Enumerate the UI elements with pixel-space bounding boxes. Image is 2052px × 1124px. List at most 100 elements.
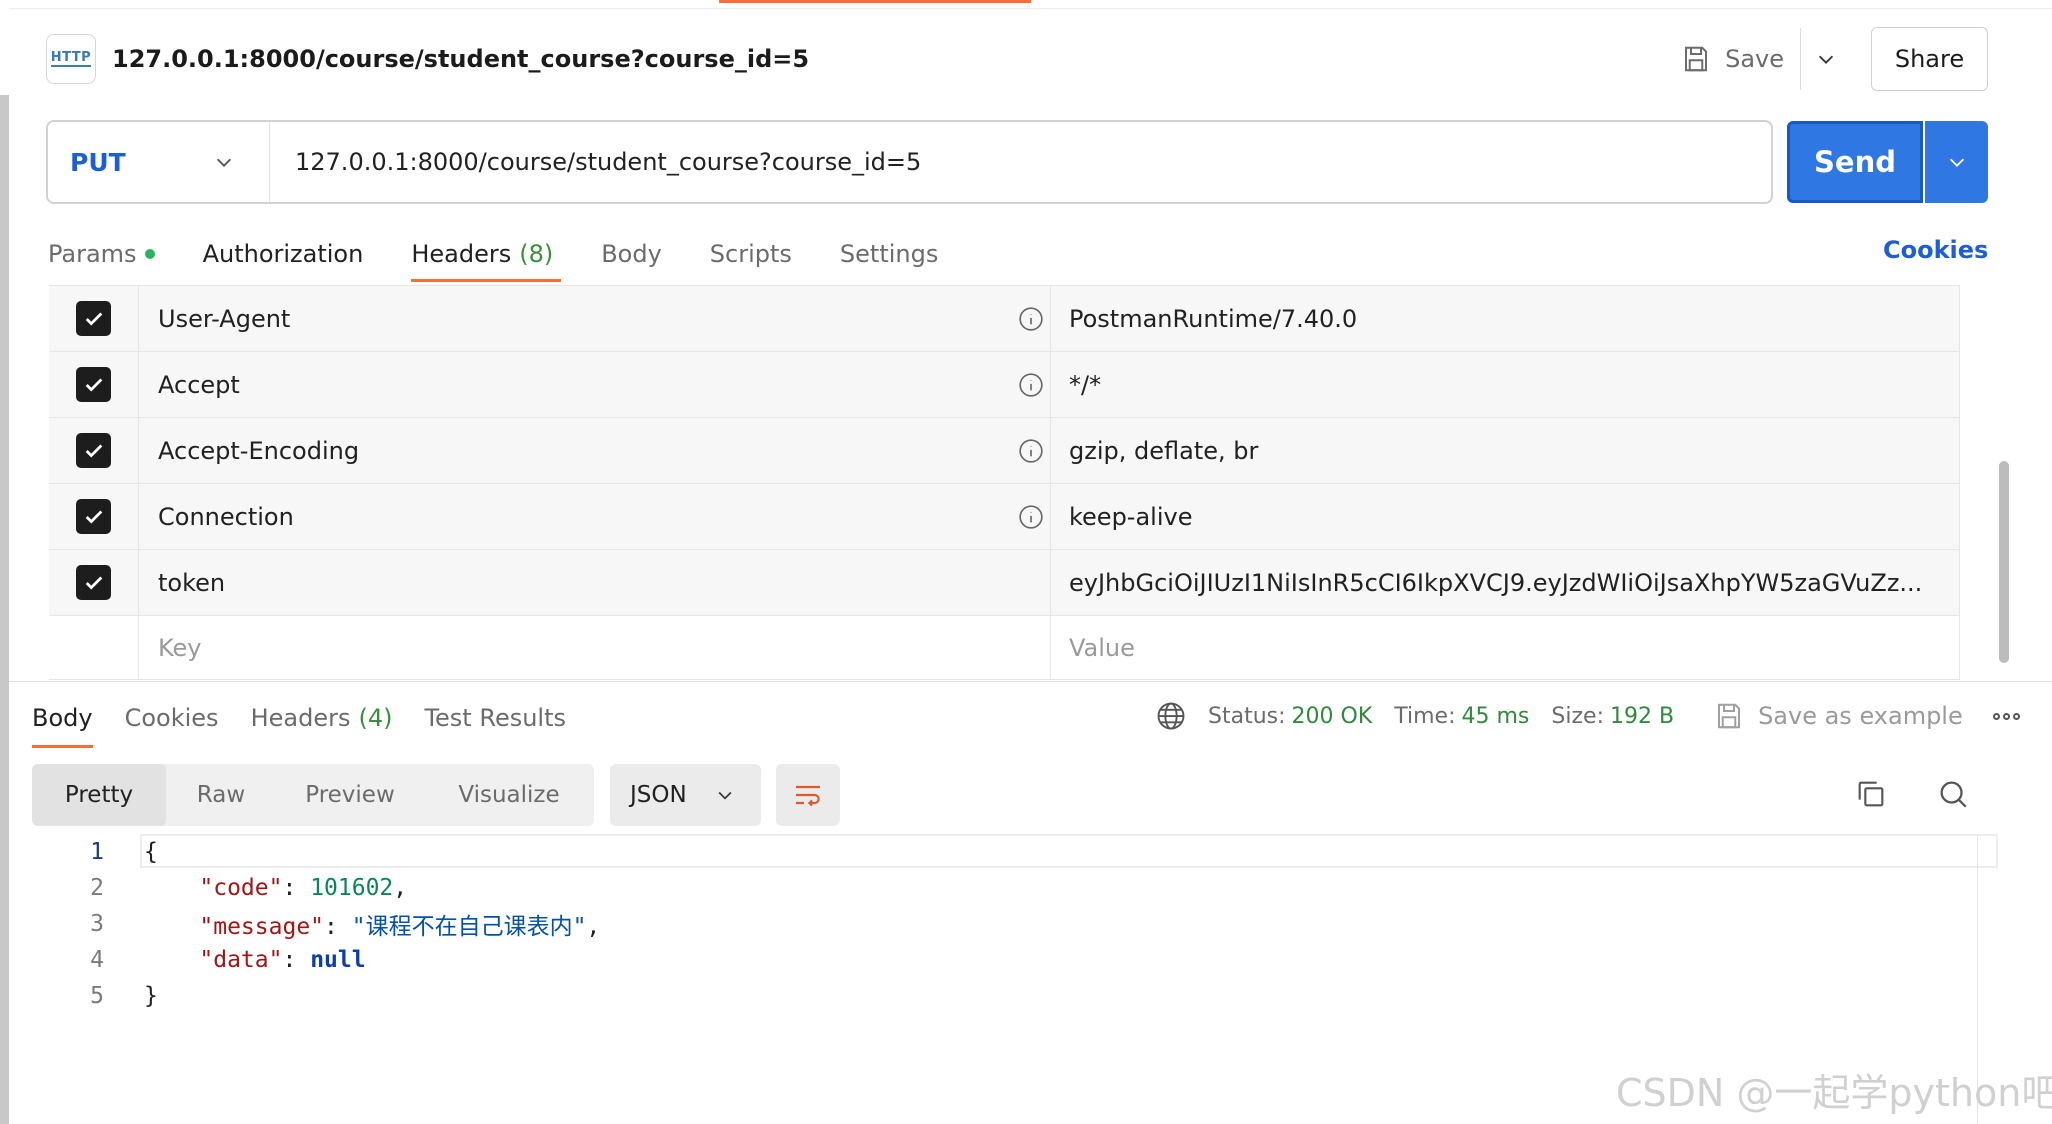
view-pretty[interactable]: Pretty	[32, 764, 166, 826]
request-title[interactable]: 127.0.0.1:8000/course/student_course?cou…	[112, 45, 809, 73]
cookies-link[interactable]: Cookies	[1883, 236, 1988, 264]
row-checkbox-cell	[49, 418, 139, 483]
header-value[interactable]: eyJhbGciOiJIUzI1NiIsInR5cCI6IkpXVCJ9.eyJ…	[1051, 550, 1960, 615]
table-row: Accept */*	[49, 352, 1960, 418]
code-line: 2 "code": 101602,	[40, 870, 407, 906]
tab-test-results[interactable]: Test Results	[424, 688, 566, 748]
params-active-dot	[144, 249, 155, 259]
response-divider[interactable]	[9, 681, 2052, 682]
http-icon: HTTP	[46, 34, 96, 84]
method-select[interactable]: PUT	[48, 122, 270, 202]
view-preview[interactable]: Preview	[276, 764, 424, 826]
url-input[interactable]: 127.0.0.1:8000/course/student_course?cou…	[295, 148, 921, 176]
checkmark-icon	[85, 510, 102, 524]
code-line: 1 {	[40, 834, 158, 870]
scrollbar-thumb[interactable]	[1999, 461, 2009, 663]
chevron-down-icon	[1949, 158, 1964, 167]
tab-response-headers[interactable]: Headers (4)	[251, 688, 393, 748]
row-checkbox-cell	[49, 286, 139, 351]
row-checkbox-cell	[49, 484, 139, 549]
json-string: "课程不在自己课表内"	[351, 914, 587, 940]
chevron-down-icon	[718, 791, 732, 800]
code-line: 4 "data": null	[40, 942, 366, 978]
row-checkbox[interactable]	[76, 301, 111, 336]
row-checkbox[interactable]	[76, 499, 111, 534]
save-as-example-button[interactable]: Save as example	[1714, 701, 1963, 731]
share-button[interactable]: Share	[1871, 27, 1988, 91]
chevron-down-icon	[1818, 55, 1834, 64]
code-line: 3 "message": "课程不在自己课表内",	[40, 906, 600, 942]
search-button[interactable]	[1936, 777, 1970, 815]
request-tabs: Params Authorization Headers (8) Body Scr…	[48, 226, 986, 282]
header-key[interactable]: User-Agent	[139, 286, 1051, 351]
headers-table: User-Agent PostmanRuntime/7.40.0 Accept …	[49, 285, 1960, 680]
view-raw[interactable]: Raw	[166, 764, 276, 826]
left-panel-edge	[0, 95, 9, 1124]
tab-settings[interactable]: Settings	[840, 226, 938, 282]
header-key[interactable]: Accept-Encoding	[139, 418, 1051, 483]
info-icon[interactable]	[1018, 504, 1044, 530]
table-row: Accept-Encoding gzip, deflate, br	[49, 418, 1960, 484]
header-key[interactable]: Accept	[139, 352, 1051, 417]
status-label: Status:	[1208, 703, 1286, 729]
header-key[interactable]: Connection	[139, 484, 1051, 549]
wrap-lines-button[interactable]	[776, 764, 840, 826]
time-value[interactable]: 45 ms	[1462, 704, 1530, 729]
top-divider	[9, 8, 2052, 9]
info-icon[interactable]	[1018, 372, 1044, 398]
save-label: Save	[1725, 45, 1784, 73]
request-header: HTTP 127.0.0.1:8000/course/student_cours…	[46, 27, 1988, 91]
json-number: 101602	[310, 875, 394, 901]
url-bar: PUT 127.0.0.1:8000/course/student_course…	[46, 120, 1773, 204]
row-checkbox-cell	[49, 616, 139, 679]
save-button[interactable]: Save	[1681, 44, 1800, 74]
json-null: null	[310, 947, 366, 973]
json-key: "code"	[199, 875, 283, 901]
new-key-input[interactable]: Key	[139, 616, 1051, 679]
size-value[interactable]: 192 B	[1610, 704, 1674, 729]
response-tabs: Body Cookies Headers (4) Test Results	[32, 688, 598, 748]
info-icon[interactable]	[1018, 306, 1044, 332]
tab-params[interactable]: Params	[48, 226, 155, 282]
checkmark-icon	[85, 444, 102, 458]
tab-response-body[interactable]: Body	[32, 688, 93, 748]
header-value[interactable]: PostmanRuntime/7.40.0	[1051, 286, 1960, 351]
watermark: CSDN @一起学python吧	[1616, 1071, 2052, 1115]
status-value[interactable]: 200 OK	[1292, 704, 1373, 729]
header-value[interactable]: gzip, deflate, br	[1051, 418, 1960, 483]
send-options-button[interactable]	[1925, 121, 1988, 203]
tab-headers[interactable]: Headers (8)	[411, 226, 562, 282]
tab-response-cookies[interactable]: Cookies	[125, 688, 219, 748]
size-label: Size:	[1551, 703, 1604, 729]
copy-button[interactable]	[1854, 777, 1888, 815]
row-checkbox[interactable]	[76, 565, 111, 600]
json-key: "message"	[199, 914, 325, 940]
row-checkbox[interactable]	[76, 433, 111, 468]
globe-icon[interactable]	[1156, 701, 1186, 731]
json-key: "data"	[199, 947, 283, 973]
send-button[interactable]: Send	[1787, 121, 1923, 203]
search-icon	[1940, 781, 1967, 808]
row-checkbox[interactable]	[76, 367, 111, 402]
header-value[interactable]: */*	[1051, 352, 1960, 417]
more-options-icon[interactable]	[1992, 712, 2020, 720]
tab-authorization[interactable]: Authorization	[203, 226, 364, 282]
tab-scripts[interactable]: Scripts	[710, 226, 792, 282]
info-icon[interactable]	[1018, 438, 1044, 464]
save-options-button[interactable]	[1801, 48, 1851, 70]
format-select[interactable]: JSON	[610, 764, 761, 826]
view-visualize[interactable]: Visualize	[424, 764, 594, 826]
tab-body[interactable]: Body	[601, 226, 662, 282]
new-header-row: Key Value	[49, 616, 1960, 680]
line-number: 2	[90, 875, 104, 901]
row-checkbox-cell	[49, 352, 139, 417]
headers-count: (8)	[519, 240, 554, 268]
new-value-input[interactable]: Value	[1051, 616, 1960, 679]
request-actions: Save Share	[1681, 27, 1988, 91]
response-meta: Status: 200 OK Time: 45 ms Size: 192 B S…	[1156, 696, 2020, 736]
checkmark-icon	[85, 378, 102, 392]
header-key[interactable]: token	[139, 550, 1051, 615]
chevron-down-icon	[216, 158, 232, 167]
header-value[interactable]: keep-alive	[1051, 484, 1960, 549]
save-icon	[1718, 703, 1741, 729]
